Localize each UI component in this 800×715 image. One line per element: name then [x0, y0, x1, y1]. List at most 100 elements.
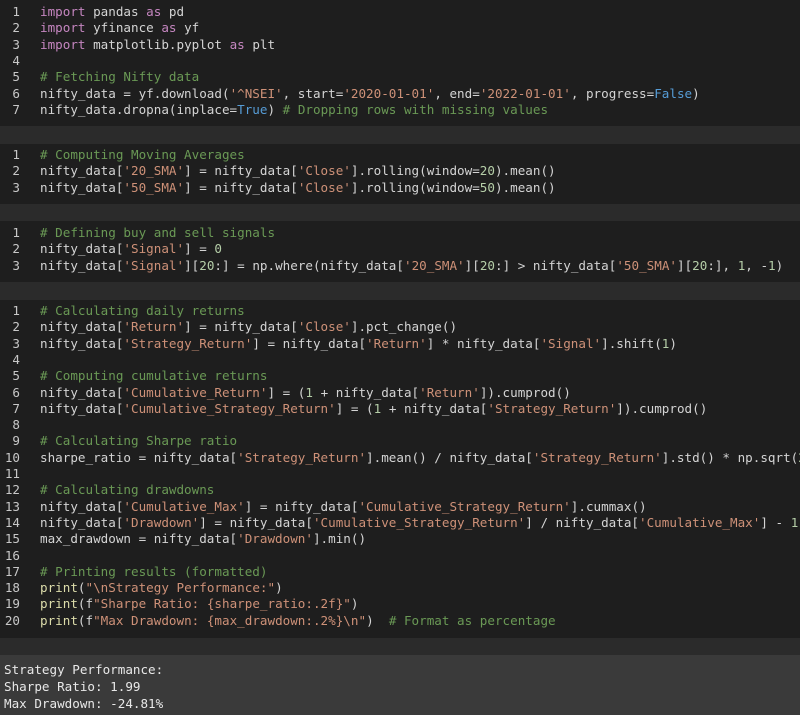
line-number: 9 — [12, 433, 20, 449]
line-number: 11 — [4, 466, 20, 481]
code-cell[interactable]: 1 # Calculating daily returns 2 nifty_data[… — [0, 303, 800, 637]
code-text: # Fetching Nifty data — [40, 69, 200, 85]
code-text: print(f"Sharpe Ratio: {sharpe_ratio:.2f}… — [40, 596, 359, 612]
code-line: 1 import pandas as pd — [0, 4, 800, 20]
line-number: 3 — [12, 36, 20, 52]
line-number: 17 — [4, 563, 20, 579]
code-text: # Defining buy and sell signals — [40, 225, 276, 240]
code-text: nifty_data['Return'] = nifty_data['Close… — [40, 319, 458, 335]
code-text: nifty_data['Cumulative_Strategy_Return']… — [40, 400, 708, 416]
code-line: 3 nifty_data['50_SMA'] = nifty_data['Clos… — [0, 180, 800, 196]
line-number: 3 — [12, 257, 20, 273]
code-line: 1 # Calculating daily returns — [0, 303, 800, 319]
line-number: 3 — [12, 179, 20, 195]
line-number: 10 — [4, 449, 20, 465]
code-text: nifty_data['Drawdown'] = nifty_data['Cum… — [40, 514, 799, 530]
code-line: 5 # Computing cumulative returns — [0, 368, 800, 384]
line-number: 4 — [12, 52, 20, 68]
line-number: 1 — [12, 147, 20, 162]
line-number: 7 — [12, 400, 20, 416]
code-line: 6 nifty_data = yf.download('^NSEI', start… — [0, 86, 800, 102]
line-number: 1 — [12, 225, 20, 240]
code-text: nifty_data['Cumulative_Max'] = nifty_dat… — [40, 498, 647, 514]
code-line: 14 nifty_data['Drawdown'] = nifty_data['C… — [0, 515, 800, 531]
code-text: # Computing Moving Averages — [40, 147, 245, 162]
line-number: 12 — [4, 482, 20, 498]
code-text: import pandas as pd — [40, 4, 185, 19]
code-text: nifty_data['Signal'][20:] = np.where(nif… — [40, 257, 784, 273]
code-line: 17 # Printing results (formatted) — [0, 564, 800, 580]
code-line: 6 nifty_data['Cumulative_Return'] = (1 + … — [0, 385, 800, 401]
code-text: print(f"Max Drawdown: {max_drawdown:.2%}… — [40, 612, 556, 628]
code-line: 15 max_drawdown = nifty_data['Drawdown'].… — [0, 531, 800, 547]
code-line: 20 print(f"Max Drawdown: {max_drawdown:.2… — [0, 613, 800, 629]
code-text: # Calculating daily returns — [40, 303, 245, 318]
code-line: 7 nifty_data.dropna(inplace=True) # Dropp… — [0, 102, 800, 118]
code-line: 11 — [0, 466, 800, 482]
output-line: Max Drawdown: -24.81% — [4, 696, 164, 711]
code-line: 8 — [0, 417, 800, 433]
code-line: 2 nifty_data['Signal'] = 0 — [0, 241, 800, 257]
code-line: 9 # Calculating Sharpe ratio — [0, 433, 800, 449]
line-number: 18 — [4, 580, 20, 596]
line-number: 2 — [12, 163, 20, 179]
code-text: nifty_data = yf.download('^NSEI', start=… — [40, 85, 700, 101]
code-text: max_drawdown = nifty_data['Drawdown'].mi… — [40, 531, 367, 547]
code-text: import matplotlib.pyplot as plt — [40, 36, 276, 52]
code-line: 2 import yfinance as yf — [0, 20, 800, 36]
code-text: sharpe_ratio = nifty_data['Strategy_Retu… — [40, 449, 800, 465]
code-line: 19 print(f"Sharpe Ratio: {sharpe_ratio:.2… — [0, 596, 800, 612]
code-text: nifty_data.dropna(inplace=True) # Droppi… — [40, 101, 549, 117]
code-line: 1 # Computing Moving Averages — [0, 147, 800, 163]
code-line: 16 — [0, 548, 800, 564]
line-number: 2 — [12, 319, 20, 335]
code-line: 2 nifty_data['20_SMA'] = nifty_data['Clos… — [0, 163, 800, 179]
code-cell[interactable]: 1 # Defining buy and sell signals 2 nifty_d… — [0, 225, 800, 282]
code-line: 3 nifty_data['Strategy_Return'] = nifty_d… — [0, 336, 800, 352]
cell-output: Strategy Performance: Sharpe Ratio: 1.99… — [0, 655, 800, 715]
code-text: nifty_data['Strategy_Return'] = nifty_da… — [40, 335, 677, 351]
line-number: 2 — [12, 241, 20, 257]
code-line: 4 — [0, 352, 800, 368]
code-text: nifty_data['50_SMA'] = nifty_data['Close… — [40, 179, 556, 195]
line-number: 20 — [4, 612, 20, 628]
cell-separator — [0, 638, 800, 655]
code-text: # Calculating Sharpe ratio — [40, 433, 238, 449]
code-line: 3 import matplotlib.pyplot as plt — [0, 37, 800, 53]
code-line: 7 nifty_data['Cumulative_Strategy_Return'… — [0, 401, 800, 417]
line-number: 19 — [4, 596, 20, 612]
output-line: Strategy Performance: — [4, 662, 164, 677]
code-cell[interactable]: 1 import pandas as pd 2 import yfinance as … — [0, 4, 800, 127]
line-number: 6 — [12, 85, 20, 101]
line-number: 13 — [4, 498, 20, 514]
code-line: 5 # Fetching Nifty data — [0, 69, 800, 85]
line-number: 7 — [12, 101, 20, 117]
code-line: 2 nifty_data['Return'] = nifty_data['Clos… — [0, 319, 800, 335]
line-number: 16 — [4, 547, 20, 563]
code-text: nifty_data['Cumulative_Return'] = (1 + n… — [40, 384, 571, 400]
code-line: 1 # Defining buy and sell signals — [0, 225, 800, 241]
line-number: 6 — [12, 384, 20, 400]
code-text: print("\nStrategy Performance:") — [40, 580, 283, 596]
code-line: 4 — [0, 53, 800, 69]
line-number: 15 — [4, 531, 20, 547]
output-line: Sharpe Ratio: 1.99 — [4, 679, 141, 694]
code-text: nifty_data['20_SMA'] = nifty_data['Close… — [40, 163, 556, 179]
line-number: 5 — [12, 69, 20, 85]
line-number: 1 — [12, 303, 20, 318]
code-text: import yfinance as yf — [40, 20, 200, 36]
code-line: 13 nifty_data['Cumulative_Max'] = nifty_d… — [0, 499, 800, 515]
code-line: 10 sharpe_ratio = nifty_data['Strategy_Re… — [0, 450, 800, 466]
line-number: 14 — [4, 514, 20, 530]
code-text: nifty_data['Signal'] = 0 — [40, 241, 223, 257]
line-number: 1 — [12, 4, 20, 19]
code-line: 3 nifty_data['Signal'][20:] = np.where(ni… — [0, 258, 800, 274]
code-cell[interactable]: 1 # Computing Moving Averages 2 nifty_data[… — [0, 147, 800, 204]
code-line: 12 # Calculating drawdowns — [0, 482, 800, 498]
code-text: # Computing cumulative returns — [40, 368, 268, 384]
line-number: 5 — [12, 368, 20, 384]
line-number: 8 — [12, 417, 20, 433]
line-number: 4 — [12, 351, 20, 367]
code-text: # Printing results (formatted) — [40, 563, 268, 579]
line-number: 2 — [12, 20, 20, 36]
